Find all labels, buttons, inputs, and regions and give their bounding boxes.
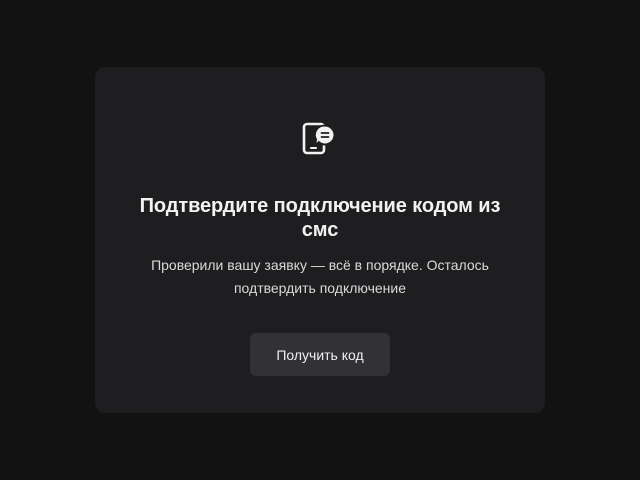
get-code-button[interactable]: Получить код: [250, 333, 390, 376]
phone-sms-icon: [302, 122, 338, 156]
confirmation-card: Подтвердите подключение кодом из смс Про…: [95, 67, 545, 413]
dialog-title: Подтвердите подключение кодом из смс: [139, 195, 501, 241]
dialog-message: Проверили вашу заявку — всё в порядке. О…: [151, 257, 489, 296]
page: Подтвердите подключение кодом из смс Про…: [0, 0, 640, 480]
